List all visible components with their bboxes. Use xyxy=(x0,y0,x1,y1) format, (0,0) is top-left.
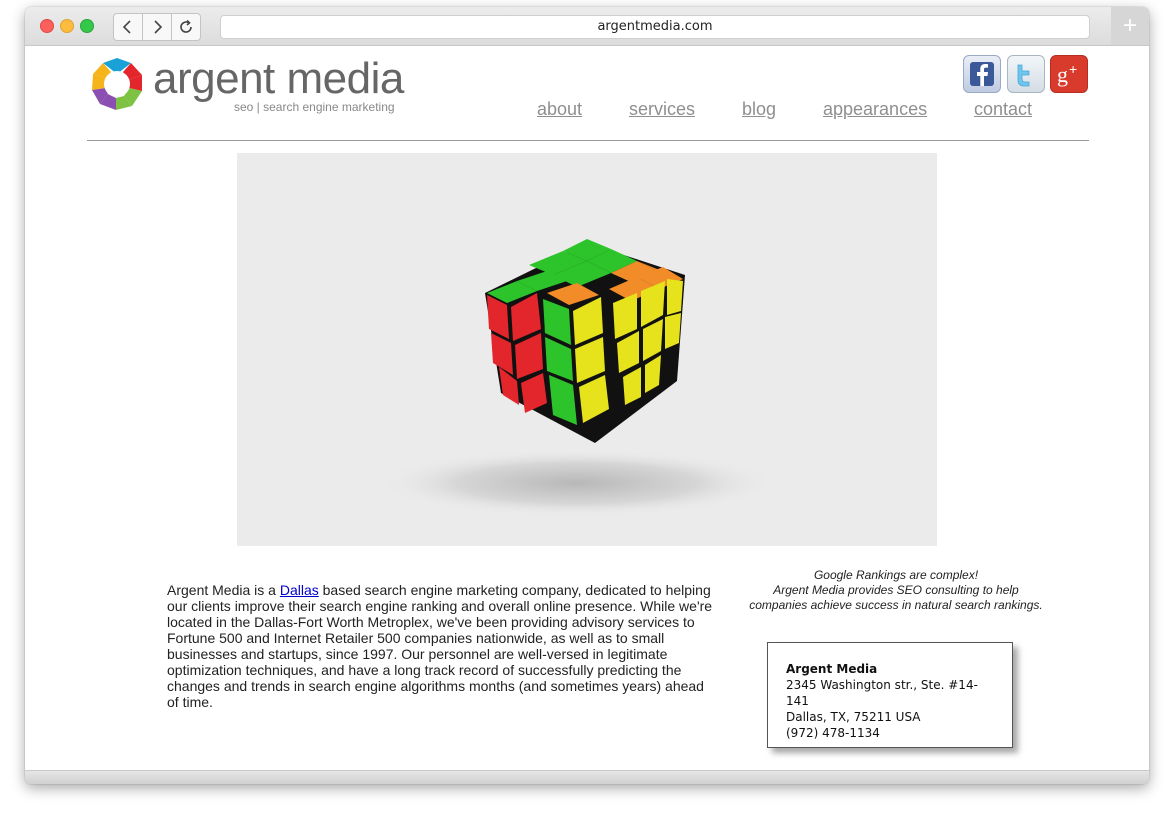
address-company: Argent Media xyxy=(786,662,878,676)
svg-text:+: + xyxy=(1069,61,1077,77)
facebook-icon xyxy=(970,62,994,86)
hero-image xyxy=(237,153,937,546)
chevron-left-icon xyxy=(122,20,131,34)
address-city: Dallas, TX, 75211 USA xyxy=(786,710,921,724)
nav-services-link[interactable]: services xyxy=(629,99,695,120)
tagline-line-2: Argent Media provides SEO consulting to … xyxy=(773,583,1019,597)
reload-button[interactable] xyxy=(171,13,201,41)
reload-icon xyxy=(180,19,192,33)
nav-blog-link[interactable]: blog xyxy=(742,99,776,120)
seo-tagline: Google Rankings are complex! Argent Medi… xyxy=(725,568,1067,613)
site-title[interactable]: argent media xyxy=(153,54,404,104)
site-tagline: seo | search engine marketing xyxy=(234,100,395,114)
tagline-line-1: Google Rankings are complex! xyxy=(813,568,979,582)
address-card: Argent Media 2345 Washington str., Ste. … xyxy=(767,642,1013,748)
nav-appearances-link[interactable]: appearances xyxy=(823,99,927,120)
minimize-window-button[interactable] xyxy=(60,19,74,33)
svg-text:g: g xyxy=(1057,62,1068,87)
browser-window: argentmedia.com + argent media seo | sea… xyxy=(25,7,1149,784)
twitter-icon xyxy=(1017,64,1030,87)
forward-button[interactable] xyxy=(142,13,172,41)
google-plus-icon: g + xyxy=(1057,61,1077,87)
tagline-line-3: companies achieve success in natural sea… xyxy=(749,598,1043,612)
intro-paragraph: Argent Media is a Dallas based search en… xyxy=(167,582,717,710)
google-plus-button[interactable]: g + xyxy=(1050,55,1088,93)
close-window-button[interactable] xyxy=(40,19,54,33)
address-street: 2345 Washington str., Ste. #14-141 xyxy=(786,678,978,708)
nav-about-link[interactable]: about xyxy=(537,99,582,120)
zoom-window-button[interactable] xyxy=(80,19,94,33)
chevron-right-icon xyxy=(154,20,163,34)
address-phone: (972) 478-1134 xyxy=(786,726,880,740)
nav-contact-link[interactable]: contact xyxy=(974,99,1032,120)
address-bar[interactable]: argentmedia.com xyxy=(220,15,1090,39)
intro-text-rest: based search engine marketing company, d… xyxy=(167,582,713,710)
twitter-button[interactable] xyxy=(1007,55,1045,93)
argent-media-logo-icon[interactable] xyxy=(87,54,147,114)
header-divider xyxy=(87,140,1089,141)
rubiks-cube-illustration xyxy=(377,239,777,517)
browser-bottom-bar xyxy=(25,770,1149,784)
back-button[interactable] xyxy=(113,13,143,41)
facebook-button[interactable] xyxy=(963,55,1001,93)
intro-text-start: Argent Media is a xyxy=(167,582,280,598)
dallas-link[interactable]: Dallas xyxy=(280,582,319,598)
browser-toolbar: argentmedia.com + xyxy=(25,7,1149,46)
new-tab-button[interactable]: + xyxy=(1111,7,1149,45)
